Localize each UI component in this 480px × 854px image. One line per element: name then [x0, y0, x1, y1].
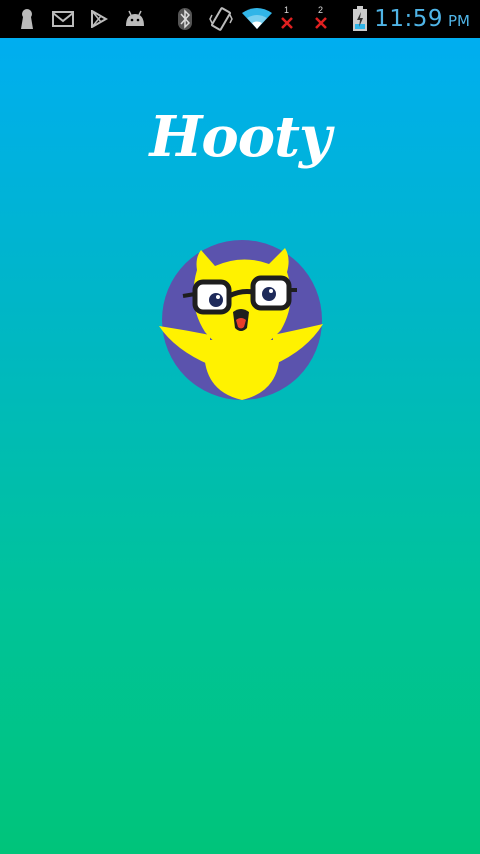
vibrate-icon	[208, 0, 234, 38]
keyhole-icon	[16, 0, 38, 38]
battery-charging-icon	[350, 0, 370, 38]
play-store-icon	[88, 0, 110, 38]
gmail-icon	[51, 0, 75, 38]
android-icon	[122, 0, 148, 38]
status-bar: 1 2 11:59 PM	[0, 0, 480, 38]
no-signal-icon	[312, 4, 330, 42]
bluetooth-icon	[175, 0, 195, 38]
status-clock: 11:59 PM	[374, 0, 470, 38]
owl-mascot-icon	[155, 240, 327, 404]
no-signal-icon	[278, 4, 296, 42]
wifi-icon	[240, 0, 274, 38]
clock-ampm: PM	[448, 12, 470, 30]
app-title: Hooty	[149, 104, 331, 170]
clock-time: 11:59	[374, 6, 443, 32]
